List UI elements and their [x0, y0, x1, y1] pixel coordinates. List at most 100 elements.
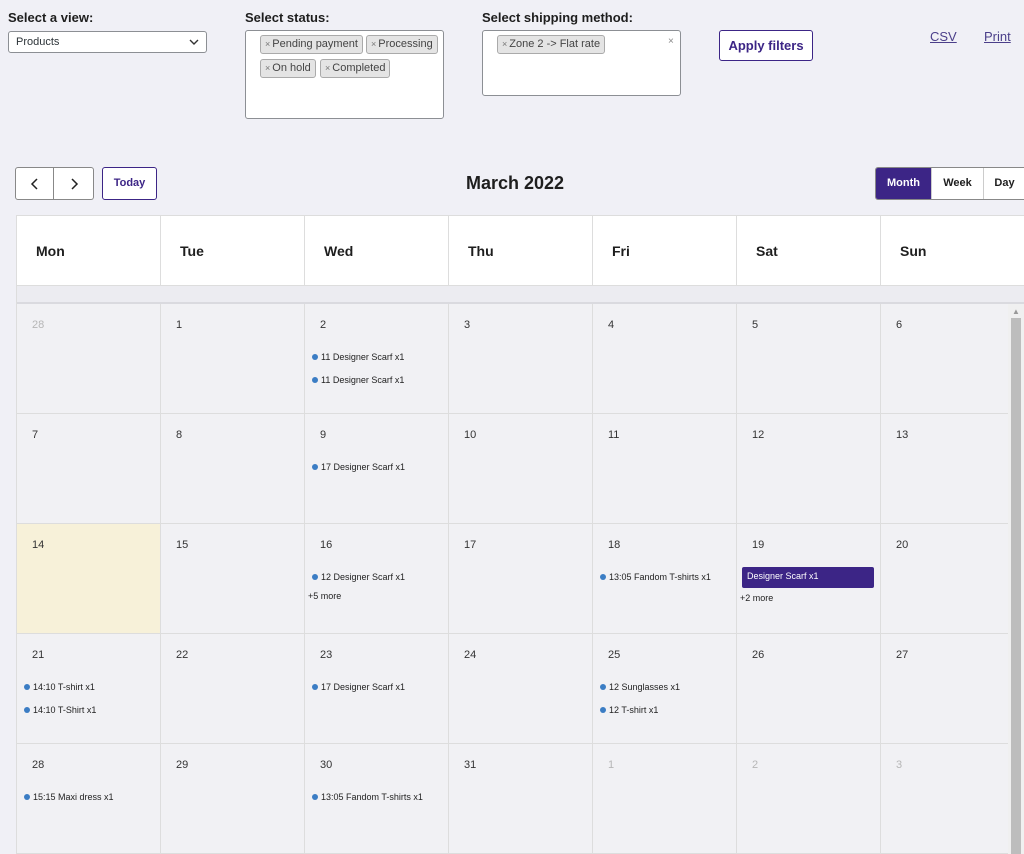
view-select-value: Products [16, 36, 60, 48]
day-cell[interactable]: 29 [161, 744, 305, 854]
day-cell[interactable]: 1 [161, 304, 305, 414]
day-cell[interactable]: 25 12 Sunglasses x1 12 T-shirt x1 [593, 634, 737, 744]
calendar-event[interactable]: 13:05 Fandom T-shirts x1 [312, 792, 423, 802]
status-label: Select status: [245, 10, 330, 25]
day-number: 9 [320, 429, 327, 441]
day-number: 20 [896, 539, 909, 551]
day-cell[interactable]: 23 17 Designer Scarf x1 [305, 634, 449, 744]
calendar-event[interactable]: 12 T-shirt x1 [600, 705, 658, 715]
day-number: 17 [464, 539, 477, 551]
tab-day[interactable]: Day [983, 168, 1024, 199]
day-cell[interactable]: 28 15:15 Maxi dress x1 [17, 744, 161, 854]
day-cell[interactable]: 7 [17, 414, 161, 524]
tab-month[interactable]: Month [876, 168, 931, 199]
apply-filters-button[interactable]: Apply filters [719, 30, 813, 61]
day-cell[interactable]: 10 [449, 414, 593, 524]
calendar-event[interactable]: 12 Designer Scarf x1 [312, 572, 405, 582]
day-cell[interactable]: 19 Designer Scarf x1 +2 more [737, 524, 881, 634]
more-events-link[interactable]: +5 more [308, 591, 341, 601]
day-number: 10 [464, 429, 477, 441]
day-cell[interactable]: 28 [17, 304, 161, 414]
day-cell[interactable]: 24 [449, 634, 593, 744]
week-row: 21 14:10 T-shirt x1 14:10 T-Shirt x1 22 … [17, 634, 1024, 744]
remove-tag-icon[interactable]: × [265, 39, 270, 49]
scroll-up-arrow-icon[interactable]: ▲ [1012, 307, 1020, 316]
tab-week[interactable]: Week [931, 168, 983, 199]
day-cell[interactable]: 1 [593, 744, 737, 854]
event-dot-icon [600, 574, 606, 580]
day-number: 6 [896, 319, 903, 331]
calendar-event[interactable]: 14:10 T-Shirt x1 [24, 705, 96, 715]
day-cell[interactable]: 13 [881, 414, 1024, 524]
calendar-event[interactable]: 11 Designer Scarf x1 [312, 375, 404, 385]
scrollbar-thumb[interactable] [1011, 318, 1021, 854]
status-select[interactable]: × Pending payment × Processing × On hold × C… [245, 30, 444, 119]
day-number: 22 [176, 649, 189, 661]
remove-tag-icon[interactable]: × [502, 39, 507, 49]
day-cell[interactable]: 31 [449, 744, 593, 854]
remove-tag-icon[interactable]: × [325, 63, 330, 73]
weekday-sat: Sat [737, 216, 881, 286]
day-cell[interactable]: 27 [881, 634, 1024, 744]
day-cell[interactable]: 17 [449, 524, 593, 634]
week-row: 28 1 2 11 Designer Scarf x1 11 Designer … [17, 304, 1024, 414]
day-cell[interactable]: 16 12 Designer Scarf x1 +5 more [305, 524, 449, 634]
day-cell[interactable]: 2 11 Designer Scarf x1 11 Designer Scarf… [305, 304, 449, 414]
chevron-left-icon [30, 177, 38, 190]
event-dot-icon [24, 707, 30, 713]
more-events-link[interactable]: +2 more [740, 593, 773, 603]
calendar-event[interactable]: 17 Designer Scarf x1 [312, 462, 405, 472]
status-tag-completed[interactable]: × Completed [320, 59, 391, 78]
day-number: 15 [176, 539, 189, 551]
day-cell[interactable]: 9 17 Designer Scarf x1 [305, 414, 449, 524]
day-cell[interactable]: 12 [737, 414, 881, 524]
day-number: 3 [464, 319, 471, 331]
status-tag-processing[interactable]: × Processing [366, 35, 438, 54]
clear-selection-icon[interactable]: × [668, 36, 674, 47]
day-cell[interactable]: 15 [161, 524, 305, 634]
remove-tag-icon[interactable]: × [371, 39, 376, 49]
csv-link[interactable]: CSV [930, 29, 957, 44]
day-cell[interactable]: 21 14:10 T-shirt x1 14:10 T-Shirt x1 [17, 634, 161, 744]
calendar-event[interactable]: 15:15 Maxi dress x1 [24, 792, 114, 802]
event-dot-icon [312, 464, 318, 470]
day-cell-today[interactable]: 14 [17, 524, 161, 634]
day-cell[interactable]: 30 13:05 Fandom T-shirts x1 [305, 744, 449, 854]
calendar-event[interactable]: 13:05 Fandom T-shirts x1 [600, 572, 711, 582]
status-tag-pending[interactable]: × Pending payment [260, 35, 363, 54]
day-cell[interactable]: 26 [737, 634, 881, 744]
day-cell[interactable]: 3 [881, 744, 1024, 854]
prev-month-button[interactable] [15, 167, 54, 200]
calendar-event[interactable]: 17 Designer Scarf x1 [312, 682, 405, 692]
day-cell[interactable]: 20 [881, 524, 1024, 634]
day-number: 27 [896, 649, 909, 661]
today-button[interactable]: Today [102, 167, 157, 200]
shipping-tag-zone2[interactable]: × Zone 2 -> Flat rate [497, 35, 606, 54]
remove-tag-icon[interactable]: × [265, 63, 270, 73]
day-number: 11 [608, 429, 620, 441]
day-cell[interactable]: 2 [737, 744, 881, 854]
next-month-button[interactable] [54, 167, 94, 200]
calendar-event[interactable]: 12 Sunglasses x1 [600, 682, 680, 692]
day-cell[interactable]: 3 [449, 304, 593, 414]
status-tag-on-hold[interactable]: × On hold [260, 59, 316, 78]
calendar-event[interactable]: 11 Designer Scarf x1 [312, 352, 404, 362]
day-cell[interactable]: 11 [593, 414, 737, 524]
day-number: 23 [320, 649, 333, 661]
weekday-fri: Fri [593, 216, 737, 286]
day-number: 28 [32, 319, 45, 331]
day-number: 2 [320, 319, 327, 331]
calendar-event-block[interactable]: Designer Scarf x1 [742, 567, 874, 588]
day-cell[interactable]: 5 [737, 304, 881, 414]
day-number: 12 [752, 429, 765, 441]
day-cell[interactable]: 8 [161, 414, 305, 524]
view-select[interactable]: Products [8, 31, 207, 53]
day-cell[interactable]: 18 13:05 Fandom T-shirts x1 [593, 524, 737, 634]
day-number: 16 [320, 539, 333, 551]
day-cell[interactable]: 4 [593, 304, 737, 414]
print-link[interactable]: Print [984, 29, 1011, 44]
day-cell[interactable]: 6 [881, 304, 1024, 414]
day-cell[interactable]: 22 [161, 634, 305, 744]
shipping-select[interactable]: × Zone 2 -> Flat rate × [482, 30, 681, 96]
calendar-event[interactable]: 14:10 T-shirt x1 [24, 682, 95, 692]
